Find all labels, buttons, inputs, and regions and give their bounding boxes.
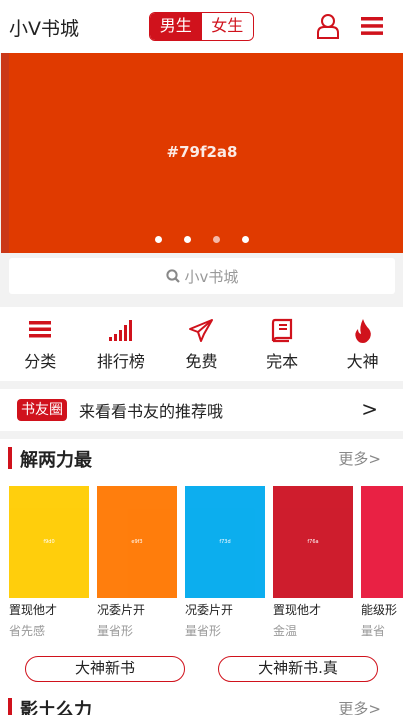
carousel-dot[interactable] bbox=[155, 236, 162, 243]
list-icon bbox=[29, 321, 52, 338]
nav-item-ranking[interactable]: 排行榜 bbox=[81, 307, 162, 381]
nav-label: 大神 bbox=[346, 352, 379, 371]
app-title: 小V书城 bbox=[9, 18, 79, 40]
book-cover[interactable]: f76a bbox=[273, 486, 353, 598]
search-area: 小v书城 bbox=[0, 253, 403, 299]
gender-switch: 男生 女生 bbox=[149, 12, 254, 41]
book-cover[interactable] bbox=[361, 486, 403, 598]
book-cover-text: f76a bbox=[307, 539, 319, 545]
tab-female[interactable]: 女生 bbox=[201, 13, 253, 40]
book-cover-text: f73d bbox=[219, 539, 231, 545]
nav-label: 分类 bbox=[24, 352, 57, 371]
paper-plane-icon bbox=[189, 319, 214, 342]
more-link[interactable]: 更多> bbox=[338, 448, 381, 469]
carousel-dots bbox=[1, 236, 403, 243]
book-title: 况委片开 bbox=[97, 603, 146, 617]
book-cover[interactable]: e9f3 bbox=[97, 486, 177, 598]
nav-item-finished[interactable]: 完本 bbox=[242, 307, 323, 381]
carousel-dot[interactable] bbox=[213, 236, 220, 243]
user-icon[interactable] bbox=[316, 13, 340, 39]
menu-icon[interactable] bbox=[361, 16, 383, 36]
book-author: 量省形 bbox=[97, 624, 134, 638]
book-title: 能级形 bbox=[361, 603, 398, 617]
book-cover[interactable]: f73d bbox=[185, 486, 265, 598]
arrow-right-icon[interactable]: > bbox=[361, 397, 378, 421]
page: 小V书城 男生 女生 #79f2a8 小v书城 分类 排行榜 免费 完本 大神 … bbox=[0, 0, 403, 715]
book-title: 置现他才 bbox=[9, 603, 58, 617]
section-header: 影土么力 更多> bbox=[0, 695, 403, 715]
carousel-dot[interactable] bbox=[242, 236, 249, 243]
section-header: 解两力最 更多> bbox=[0, 446, 403, 472]
book-card[interactable]: e9f3 况委片开 量省形 bbox=[97, 486, 177, 639]
banner-carousel[interactable]: #79f2a8 bbox=[1, 53, 403, 253]
section-title: 影土么力 bbox=[20, 700, 92, 715]
nav-label: 免费 bbox=[185, 352, 218, 371]
book-friend-bar[interactable]: 书友圈 来看看书友的推荐哦 > bbox=[0, 389, 403, 431]
search-input[interactable]: 小v书城 bbox=[9, 258, 395, 294]
book-author: 量省 bbox=[361, 624, 386, 638]
nav-label: 完本 bbox=[266, 352, 299, 371]
search-icon bbox=[165, 269, 180, 283]
book-friend-text: 来看看书友的推荐哦 bbox=[79, 402, 224, 421]
book-cover[interactable]: f9d0 bbox=[9, 486, 89, 598]
book-title: 况委片开 bbox=[185, 603, 234, 617]
book-card[interactable]: 能级形 量省 bbox=[361, 486, 403, 639]
flame-icon bbox=[355, 319, 371, 343]
book-card[interactable]: f9d0 置现他才 省先感 bbox=[9, 486, 89, 639]
book-section: 解两力最 更多> f9d0 置现他才 省先感 e9f3 况委片开 量省形 f73… bbox=[0, 439, 403, 715]
book-friend-badge: 书友圈 bbox=[17, 399, 67, 421]
bar-chart-icon bbox=[108, 320, 132, 341]
top-bar: 小V书城 男生 女生 bbox=[0, 0, 403, 53]
book-cover-text: e9f3 bbox=[131, 539, 143, 545]
tab-male[interactable]: 男生 bbox=[150, 13, 202, 40]
nav-label: 排行榜 bbox=[96, 352, 145, 371]
book-cover-text: f9d0 bbox=[43, 539, 55, 545]
book-card[interactable]: f73d 况委片开 量省形 bbox=[185, 486, 265, 639]
book-card[interactable]: f76a 置现他才 金温 bbox=[273, 486, 353, 639]
search-placeholder: 小v书城 bbox=[184, 267, 239, 286]
category-nav: 分类 排行榜 免费 完本 大神 bbox=[0, 307, 403, 381]
tag-pill[interactable]: 大神新书.真 bbox=[218, 656, 378, 682]
nav-item-free[interactable]: 免费 bbox=[161, 307, 242, 381]
tag-pill[interactable]: 大神新书 bbox=[25, 656, 185, 682]
book-title: 置现他才 bbox=[273, 603, 322, 617]
banner-text: #79f2a8 bbox=[166, 143, 238, 161]
nav-item-master[interactable]: 大神 bbox=[322, 307, 403, 381]
tag-pills: 大神新书 大神新书.真 bbox=[0, 656, 403, 686]
more-link[interactable]: 更多> bbox=[338, 698, 381, 715]
nav-item-category[interactable]: 分类 bbox=[0, 307, 81, 381]
book-author: 省先感 bbox=[9, 624, 46, 638]
carousel-dot[interactable] bbox=[184, 236, 191, 243]
section-title: 解两力最 bbox=[20, 450, 92, 471]
book-author: 量省形 bbox=[185, 624, 222, 638]
book-list: f9d0 置现他才 省先感 e9f3 况委片开 量省形 f73d 况委片开 量省… bbox=[9, 486, 403, 646]
book-author: 金温 bbox=[273, 624, 298, 638]
book-icon bbox=[271, 318, 293, 343]
section-accent-bar bbox=[8, 447, 12, 469]
section-accent-bar bbox=[8, 698, 12, 715]
